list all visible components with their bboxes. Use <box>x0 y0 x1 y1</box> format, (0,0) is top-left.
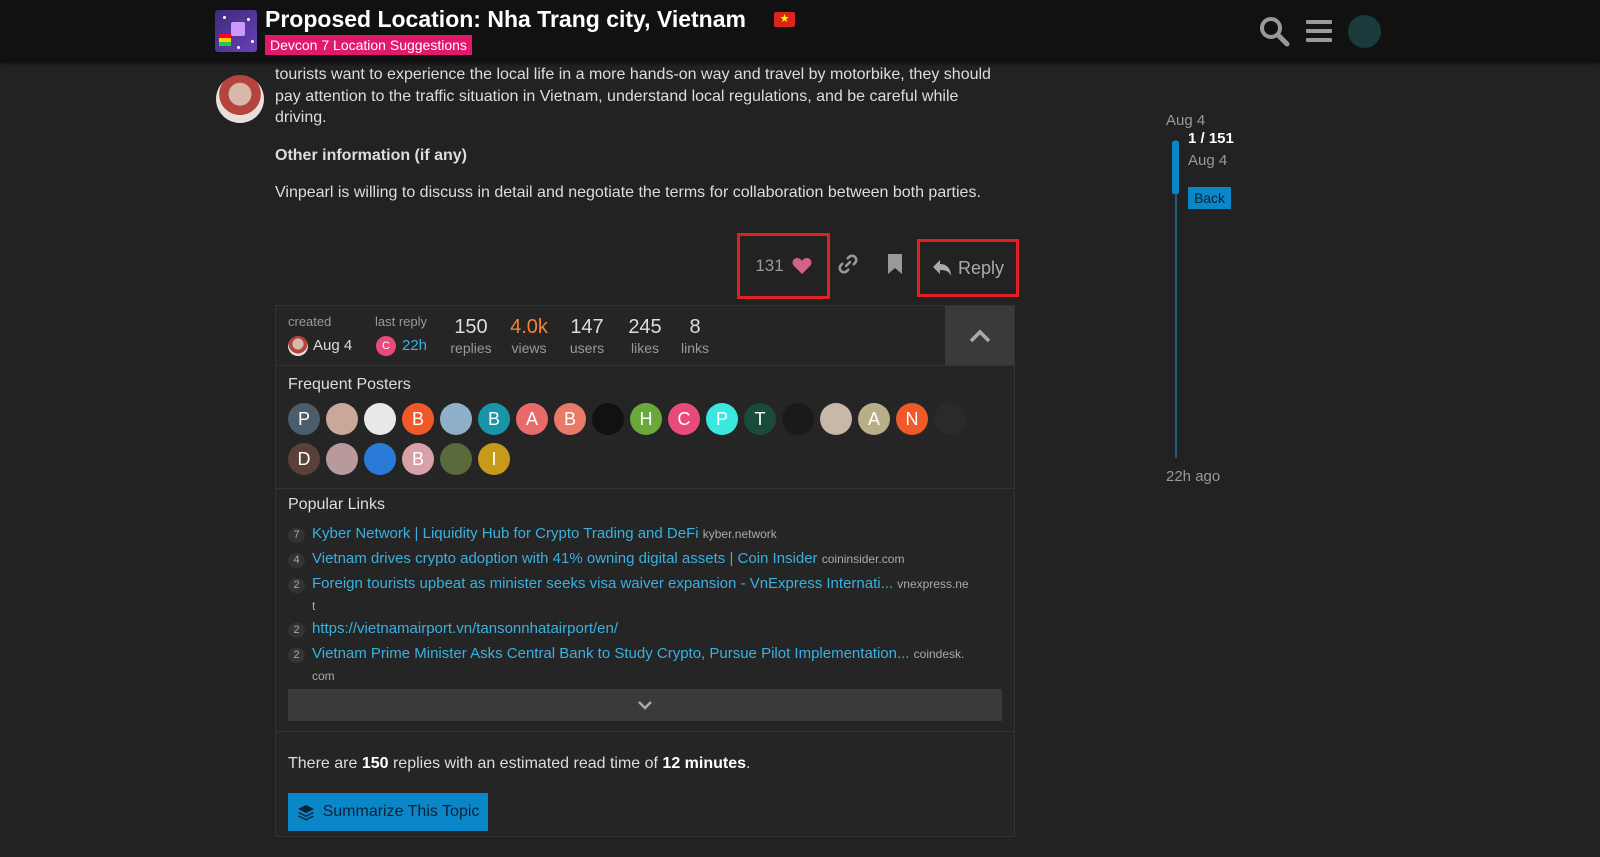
timeline-end-date[interactable]: 22h ago <box>1166 468 1220 485</box>
topic-title[interactable]: Proposed Location: Nha Trang city, Vietn… <box>265 6 746 33</box>
link-domain: kyber.network <box>702 527 777 541</box>
poster-avatar[interactable] <box>440 443 472 475</box>
views-count: 4.0k <box>510 316 548 338</box>
popular-links-title: Popular Links <box>288 496 385 513</box>
user-avatar[interactable] <box>1348 15 1381 48</box>
poster-avatar[interactable]: A <box>516 403 548 435</box>
users-count: 147 <box>570 316 604 338</box>
link-title[interactable]: Foreign tourists upbeat as minister seek… <box>312 575 893 592</box>
poster-avatar[interactable] <box>820 403 852 435</box>
frequent-posters-title: Frequent Posters <box>288 376 411 393</box>
post-paragraph: tourists want to experience the local li… <box>275 66 991 126</box>
site-logo[interactable] <box>215 10 257 52</box>
link-click-count: 7 <box>288 528 305 543</box>
summary-replies: 150 <box>361 755 389 772</box>
link-title[interactable]: https://vietnamairport.vn/tansonnhatairp… <box>312 620 618 637</box>
summary-text: There are 150 replies with an estimated … <box>288 755 751 772</box>
link-click-count: 4 <box>288 553 305 568</box>
replies-count: 150 <box>454 316 488 338</box>
post-heading: Other information (if any) <box>275 146 467 164</box>
link-title[interactable]: Vietnam drives crypto adoption with 41% … <box>312 550 818 567</box>
poster-avatar[interactable] <box>326 443 358 475</box>
links-label: links <box>680 340 709 356</box>
link-click-count: 2 <box>288 648 305 663</box>
link-icon[interactable] <box>836 252 860 276</box>
poster-avatar[interactable]: I <box>478 443 510 475</box>
link-click-count: 2 <box>288 578 305 593</box>
summarize-topic-button[interactable]: Summarize This Topic <box>288 793 488 831</box>
link-domain: coindesk. <box>913 647 965 661</box>
hamburger-menu-icon[interactable] <box>1302 14 1336 48</box>
poster-avatar[interactable] <box>782 403 814 435</box>
link-domain: vnexpress.ne <box>897 577 969 591</box>
show-more-links-button[interactable] <box>288 689 1002 721</box>
reply-arrow-icon <box>932 260 951 276</box>
likes-count: 245 <box>628 316 662 338</box>
poster-avatar[interactable]: B <box>478 403 510 435</box>
reply-label: Reply <box>957 257 1005 278</box>
created-date: Aug 4 <box>313 337 353 354</box>
replies-label: replies <box>450 340 492 356</box>
chevron-up-icon <box>969 329 990 342</box>
link-domain: coininsider.com <box>821 552 905 566</box>
post-closing: Vinpearl is willing to discuss in detail… <box>275 184 981 201</box>
poster-avatar[interactable]: T <box>744 403 776 435</box>
layers-icon <box>297 805 314 821</box>
like-count: 131 <box>755 256 784 275</box>
topic-map: created Aug 4 last reply C 22h 150 repli… <box>275 305 1015 837</box>
timeline-back-button[interactable]: Back <box>1188 187 1231 209</box>
poster-avatar[interactable]: A <box>858 403 890 435</box>
summary-read-time: 12 minutes <box>662 755 747 772</box>
divider <box>276 488 1014 489</box>
link-domain-continued: com <box>312 669 335 683</box>
bookmark-icon[interactable] <box>885 252 905 276</box>
collapse-map-button[interactable] <box>945 306 1014 365</box>
poster-avatar[interactable] <box>934 403 966 435</box>
poster-avatar[interactable]: P <box>288 403 320 435</box>
poster-avatar[interactable]: B <box>402 443 434 475</box>
link-title[interactable]: Vietnam Prime Minister Asks Central Bank… <box>312 645 909 662</box>
link-click-count: 2 <box>288 623 305 638</box>
poster-avatar[interactable]: H <box>630 403 662 435</box>
topic-stats: created Aug 4 last reply C 22h 150 repli… <box>276 306 1014 366</box>
creator-avatar[interactable] <box>288 336 308 356</box>
views-label: views <box>511 340 547 356</box>
timeline-position: 1 / 151 <box>1188 130 1234 147</box>
poster-avatar[interactable] <box>364 443 396 475</box>
divider <box>276 731 1014 732</box>
timeline-current-date: Aug 4 <box>1188 152 1228 169</box>
links-count: 8 <box>689 316 701 338</box>
created-label: created <box>288 314 332 329</box>
link-title[interactable]: Kyber Network | Liquidity Hub for Crypto… <box>312 525 699 542</box>
poster-avatar[interactable] <box>364 403 396 435</box>
link-domain-continued: t <box>312 599 316 613</box>
poster-avatar[interactable]: N <box>896 403 928 435</box>
site-header: Proposed Location: Nha Trang city, Vietn… <box>0 0 1600 62</box>
timeline-start-date[interactable]: Aug 4 <box>1166 112 1205 129</box>
poster-avatar[interactable]: P <box>706 403 738 435</box>
likes-label: likes <box>630 340 659 356</box>
category-badge[interactable]: Devcon 7 Location Suggestions <box>265 35 472 55</box>
poster-avatar[interactable] <box>326 403 358 435</box>
summarize-label: Summarize This Topic <box>322 803 480 820</box>
search-icon[interactable] <box>1257 14 1291 48</box>
reply-button[interactable]: Reply <box>917 239 1019 297</box>
chevron-down-icon <box>638 701 652 710</box>
last-reply-label: last reply <box>375 314 428 329</box>
poster-avatar[interactable]: D <box>288 443 320 475</box>
poster-avatar[interactable] <box>592 403 624 435</box>
vietnam-flag-icon: ★ <box>774 12 795 27</box>
poster-avatar[interactable] <box>440 403 472 435</box>
poster-avatar[interactable]: B <box>402 403 434 435</box>
like-button[interactable]: 131 <box>737 233 830 299</box>
post-body: tourists want to experience the local li… <box>275 64 995 204</box>
last-reply-avatar[interactable]: C <box>376 336 396 356</box>
heart-icon <box>792 258 812 274</box>
last-reply-time[interactable]: 22h <box>402 337 427 354</box>
users-label: users <box>569 340 605 356</box>
poster-avatar[interactable]: B <box>554 403 586 435</box>
timeline-handle[interactable] <box>1172 141 1179 194</box>
poster-avatar[interactable]: C <box>668 403 700 435</box>
post-author-avatar[interactable] <box>216 75 264 123</box>
